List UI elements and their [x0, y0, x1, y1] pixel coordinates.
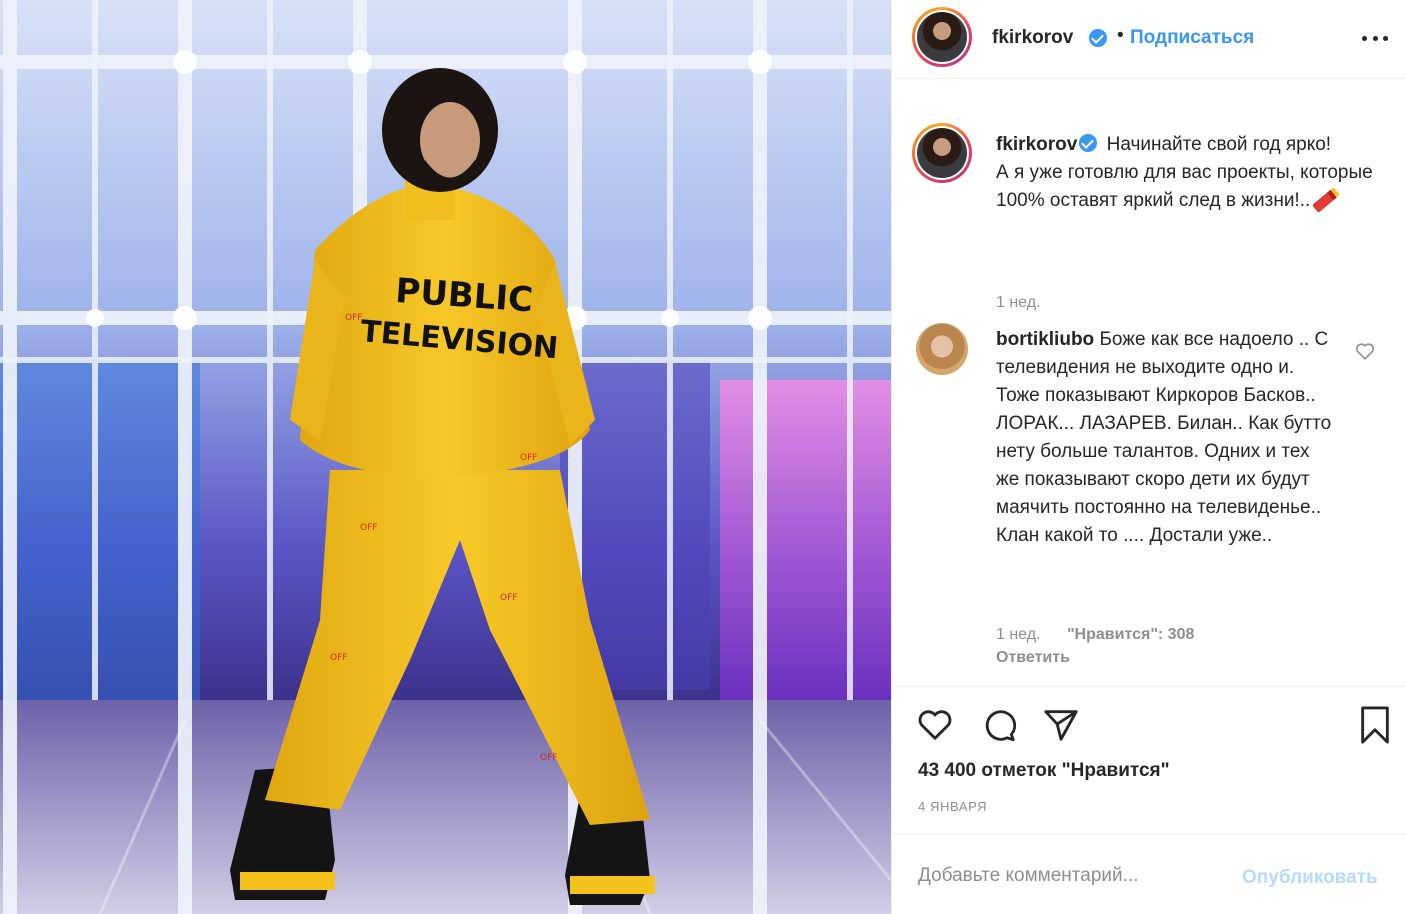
- header-separator: •: [1117, 25, 1124, 46]
- caption-line-1: Начинайте свой год ярко!: [1106, 134, 1332, 155]
- caption-username[interactable]: fkirkorov: [996, 134, 1077, 155]
- svg-text:OFF: OFF: [520, 453, 537, 463]
- save-bookmark-icon[interactable]: [1356, 706, 1394, 744]
- comment-time[interactable]: 1 нед.: [996, 626, 1041, 643]
- svg-text:OFF: OFF: [540, 753, 557, 763]
- comment-body: Боже как все надоело .. С телевидения не…: [996, 329, 1332, 546]
- verified-badge-icon: [1079, 134, 1098, 152]
- post-image: OFFOFF OFFOFF OFFOFF PUBLIC TELEVISION: [0, 0, 891, 914]
- post-actions: 43 400 отметок "Нравится" 4 января: [892, 686, 1406, 834]
- commenter-username[interactable]: bortikliubo: [996, 329, 1094, 350]
- likes-count[interactable]: 43 400 отметок "Нравится": [918, 760, 1170, 782]
- verified-badge-icon: [1089, 29, 1107, 47]
- svg-text:OFF: OFF: [330, 653, 347, 663]
- share-paper-plane-icon[interactable]: [1042, 706, 1080, 744]
- comment-like-heart-icon[interactable]: [1355, 342, 1375, 360]
- post-date[interactable]: 4 января: [918, 799, 987, 814]
- post-side-panel: fkirkorov • Подписаться fkirkorov Начина…: [892, 0, 1406, 914]
- comment-likes[interactable]: "Нравится": 308: [1067, 626, 1194, 643]
- reply-button[interactable]: Ответить: [996, 649, 1070, 667]
- post-header: fkirkorov • Подписаться: [892, 0, 1406, 79]
- caption-time[interactable]: 1 нед.: [996, 294, 1041, 312]
- publish-button[interactable]: Опубликовать: [1242, 867, 1378, 889]
- more-horizontal-icon[interactable]: [1362, 28, 1388, 48]
- comment-text: bortikliubo Боже как все надоело .. С те…: [996, 326, 1336, 550]
- caption-author-avatar[interactable]: [912, 123, 972, 183]
- svg-text:OFF: OFF: [500, 593, 517, 603]
- author-avatar[interactable]: [912, 7, 972, 67]
- commenter-avatar[interactable]: [916, 323, 968, 375]
- add-comment-bar: Опубликовать: [892, 834, 1406, 914]
- comment-bubble-icon[interactable]: [980, 706, 1018, 744]
- comment-meta: 1 нед. "Нравится": 308: [996, 626, 1194, 644]
- comment-input[interactable]: [918, 865, 1218, 887]
- comments-section[interactable]: fkirkorov Начинайте свой год ярко! А я у…: [892, 80, 1406, 686]
- post-photo[interactable]: OFF OFF OFF OFF OFF OFF PUBLIC TELEVISION: [0, 0, 891, 914]
- firecracker-icon: [1312, 187, 1341, 213]
- svg-text:OFF: OFF: [345, 313, 362, 323]
- post-caption: fkirkorov Начинайте свой год ярко! А я у…: [996, 131, 1386, 215]
- like-heart-icon[interactable]: [916, 706, 954, 744]
- follow-button[interactable]: Подписаться: [1130, 27, 1254, 49]
- author-username[interactable]: fkirkorov: [992, 27, 1073, 49]
- svg-text:OFF: OFF: [360, 523, 377, 533]
